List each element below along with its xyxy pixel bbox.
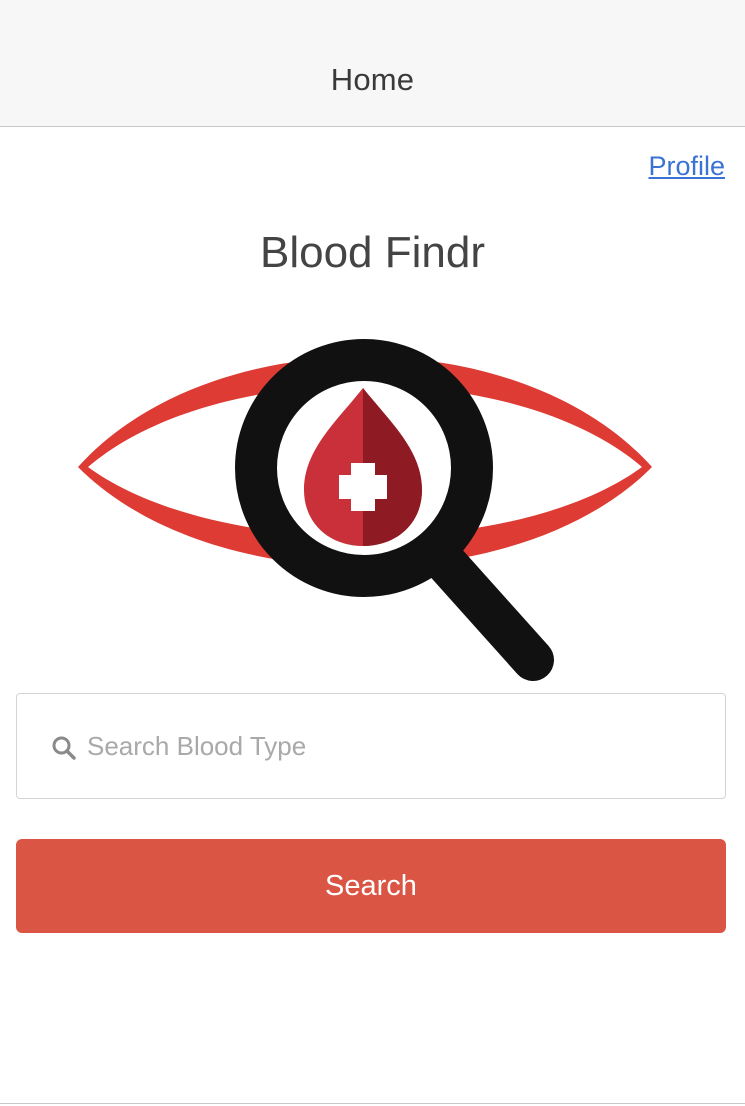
nav-bar: Home — [0, 0, 745, 127]
home-screen: Home Profile Blood Findr Search — [0, 0, 745, 1106]
profile-link[interactable]: Profile — [648, 151, 725, 182]
search-button[interactable]: Search — [16, 839, 726, 933]
app-title: Blood Findr — [259, 228, 485, 277]
nav-title: Home — [330, 62, 415, 97]
blood-findr-logo-icon — [78, 339, 652, 681]
search-input[interactable] — [87, 694, 707, 798]
search-icon — [52, 736, 76, 760]
search-field[interactable] — [16, 693, 726, 799]
bottom-divider — [0, 1103, 745, 1104]
